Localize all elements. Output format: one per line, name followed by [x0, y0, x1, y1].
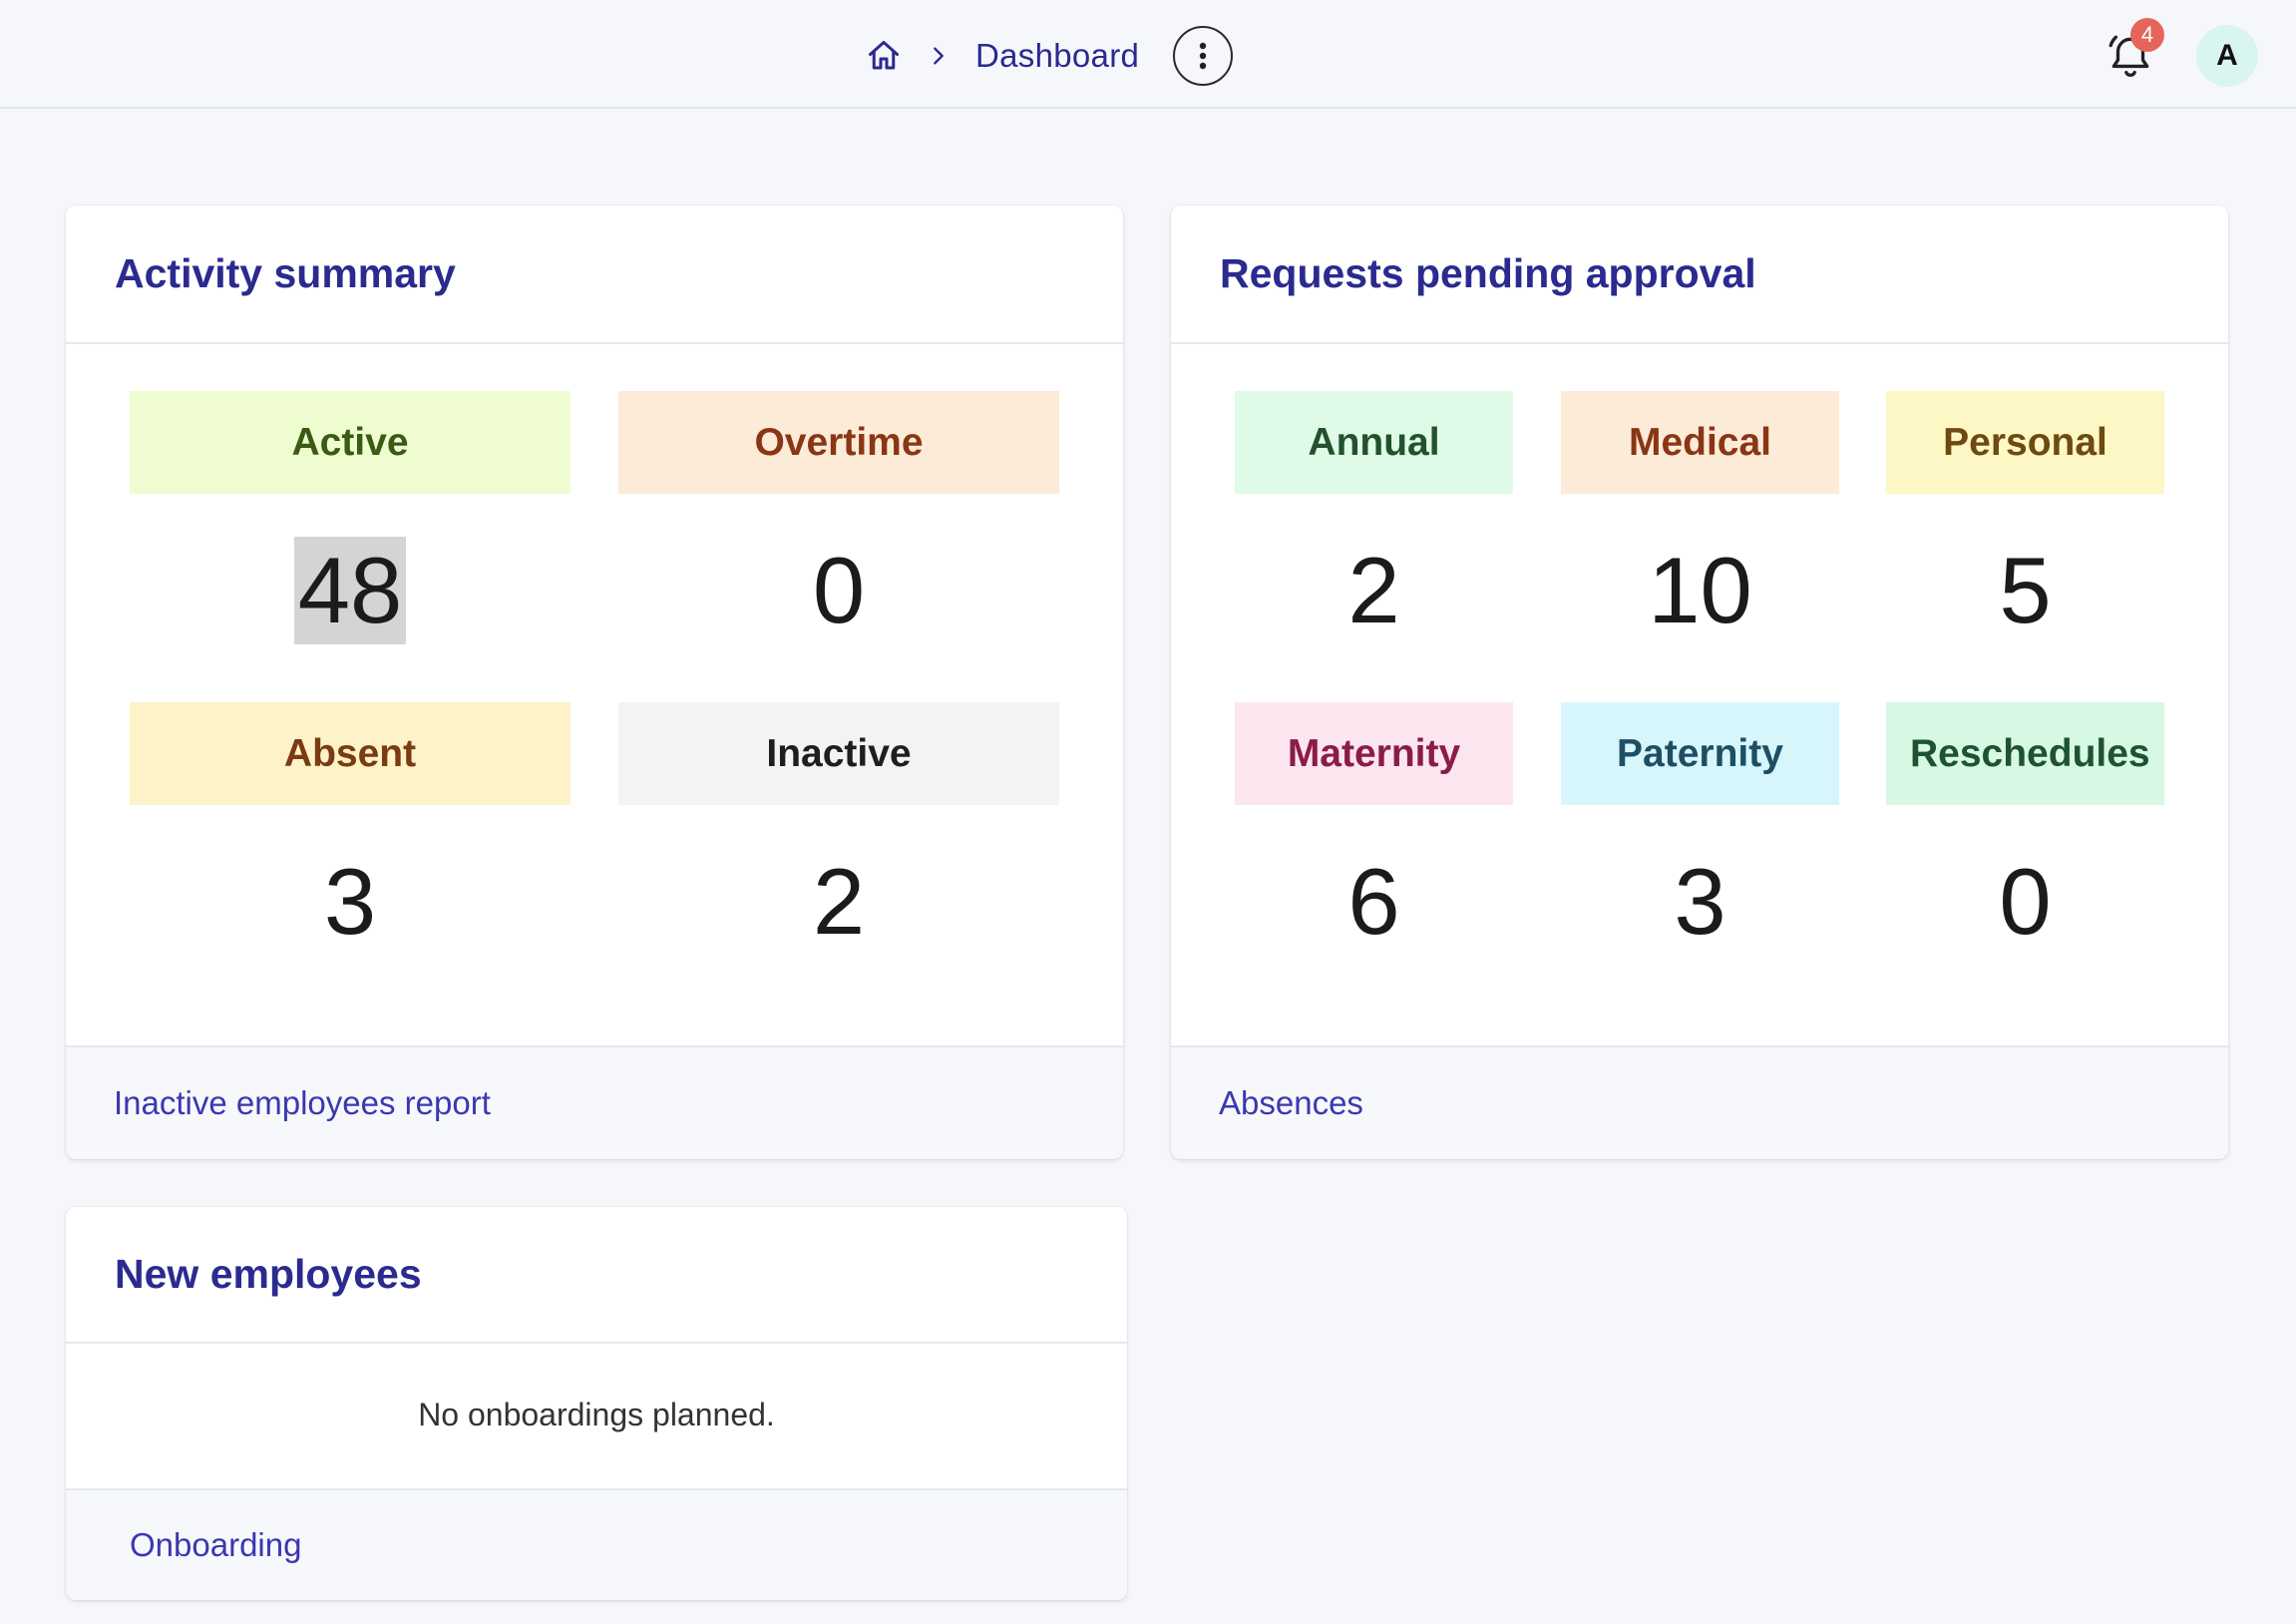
avatar[interactable]: A: [2196, 25, 2258, 87]
tile-label-inactive[interactable]: Inactive: [618, 702, 1059, 805]
onboarding-link[interactable]: Onboarding: [130, 1526, 301, 1564]
card-title: New employees: [115, 1251, 422, 1297]
tile-value-annual: 2: [1347, 538, 1400, 642]
activity-summary-card: Activity summary Active 48 Overtime 0 Ab…: [66, 205, 1123, 1159]
absences-link[interactable]: Absences: [1219, 1084, 1363, 1122]
tile-value-medical: 10: [1648, 538, 1752, 642]
tile-value-active-number: 48: [293, 537, 407, 644]
tile-value-maternity: 6: [1347, 849, 1400, 954]
tile-label-reschedules[interactable]: Reschedules: [1886, 702, 2164, 805]
empty-state-message: No onboardings planned.: [418, 1397, 775, 1432]
tile-value-active: 48: [130, 533, 571, 648]
tile-label-maternity[interactable]: Maternity: [1235, 702, 1513, 805]
tile-label-absent[interactable]: Absent: [130, 702, 571, 805]
tile-value-reschedules: 0: [1999, 849, 2052, 954]
home-icon[interactable]: [864, 36, 904, 76]
tile-label-personal[interactable]: Personal: [1886, 391, 2164, 494]
card-header: Requests pending approval: [1171, 205, 2228, 344]
card-footer: Absences: [1171, 1045, 2228, 1159]
new-employees-card: New employees No onboardings planned. On…: [66, 1207, 1127, 1600]
card-header: New employees: [66, 1207, 1127, 1344]
tile-label-medical[interactable]: Medical: [1561, 391, 1839, 494]
card-title: Activity summary: [115, 250, 456, 296]
tile-label-active[interactable]: Active: [130, 391, 571, 494]
inactive-employees-report-link[interactable]: Inactive employees report: [114, 1084, 491, 1122]
more-options-button[interactable]: [1173, 26, 1233, 86]
chevron-right-icon: [924, 36, 954, 76]
breadcrumb: Dashboard: [864, 28, 1139, 84]
tile-label-annual[interactable]: Annual: [1235, 391, 1513, 494]
tile-value-absent: 3: [323, 849, 377, 954]
tile-value-inactive: 2: [812, 849, 866, 954]
top-bar: Dashboard 4 A: [0, 0, 2296, 109]
breadcrumb-current: Dashboard: [975, 37, 1140, 74]
requests-pending-card: Requests pending approval Annual 2 Medic…: [1171, 205, 2228, 1159]
tile-value-paternity: 3: [1674, 849, 1726, 954]
notification-count-badge: 4: [2130, 18, 2164, 52]
card-header: Activity summary: [66, 205, 1123, 344]
card-title: Requests pending approval: [1220, 250, 1756, 296]
card-footer: Inactive employees report: [66, 1045, 1123, 1159]
tile-value-overtime: 0: [812, 538, 866, 642]
tile-value-personal: 5: [1999, 538, 2052, 642]
tile-label-overtime[interactable]: Overtime: [618, 391, 1059, 494]
tile-label-paternity[interactable]: Paternity: [1561, 702, 1839, 805]
vertical-dots-icon: [1199, 42, 1207, 70]
card-footer: Onboarding: [66, 1488, 1127, 1600]
